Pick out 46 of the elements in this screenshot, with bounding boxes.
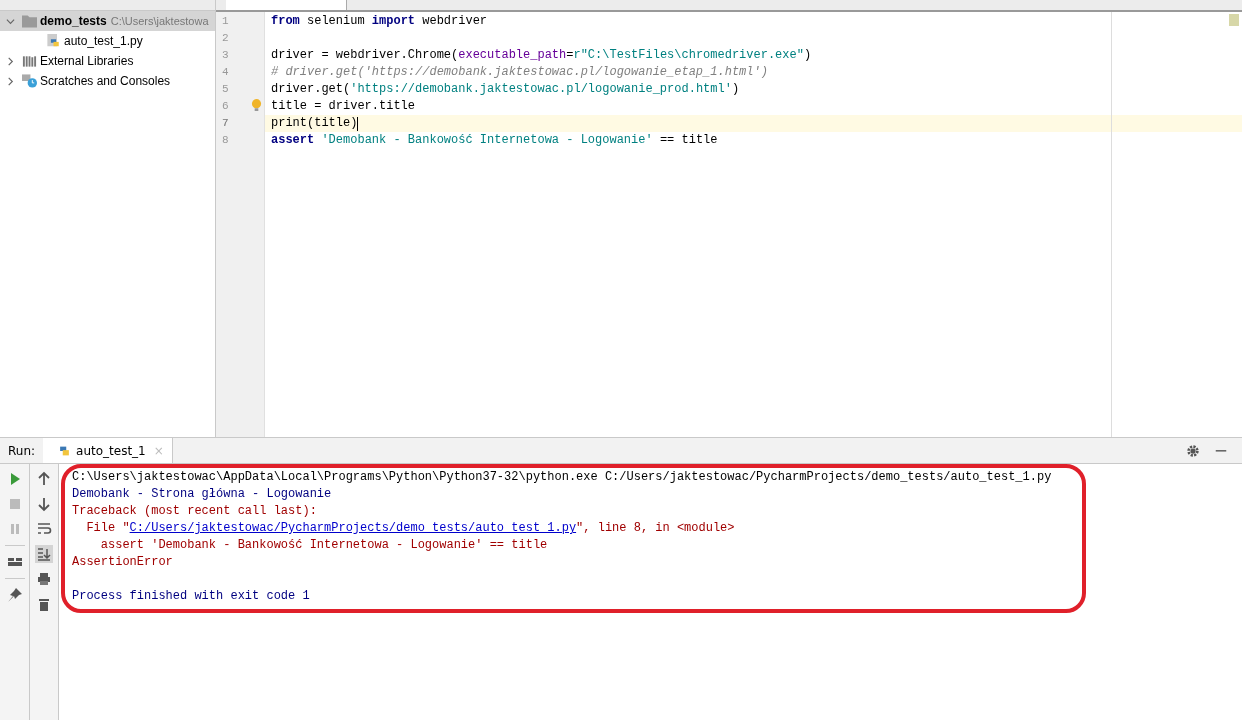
print-icon[interactable] bbox=[35, 570, 53, 588]
tree-label: External Libraries bbox=[40, 54, 134, 68]
run-tab[interactable]: auto_test_1 × bbox=[43, 438, 173, 463]
console-line: Demobank - Strona główna - Logowanie bbox=[72, 487, 332, 501]
code-line: assert 'Demobank - Bankowość Internetowa - Logowanie' == title bbox=[271, 132, 718, 149]
tree-item[interactable]: Scratches and Consoles bbox=[0, 71, 215, 91]
code-line: driver.get('https://demobank.jaktestowac.pl/logowanie_prod.html') bbox=[271, 81, 740, 98]
python-file-icon bbox=[46, 34, 61, 48]
scratches-icon bbox=[22, 74, 37, 88]
console-line: File "C:/Users/jaktestowac/PycharmProjects/demo_tests/auto_test_1.py", line 8, in <module> bbox=[85, 521, 735, 535]
code-line: print(title) bbox=[271, 115, 358, 132]
tree-item[interactable]: demo_tests C:\Users\jaktestowa bbox=[0, 11, 215, 31]
tree-item[interactable]: auto_test_1.py bbox=[0, 31, 215, 51]
console-line: C:\Users\jaktestowac\AppData\Local\Programs\Python\Python37-32\python.exe C:/Users/jaktestowac/PycharmProjects/demo_tests/auto_test_1.py bbox=[72, 470, 1052, 484]
line-number: 2 bbox=[221, 31, 230, 46]
chevron-icon[interactable] bbox=[6, 16, 15, 26]
tree-label: demo_tests bbox=[40, 14, 107, 28]
folder-icon bbox=[22, 14, 37, 28]
line-number: 1 bbox=[221, 14, 230, 29]
tab-label: auto_test_1 bbox=[76, 443, 146, 458]
tree-item[interactable]: External Libraries bbox=[0, 51, 215, 71]
line-number: 4 bbox=[221, 65, 230, 80]
run-label: Run: bbox=[7, 443, 37, 458]
code-line: title = driver.title bbox=[271, 98, 416, 115]
tree-label: Scratches and Consoles bbox=[40, 74, 171, 88]
console-line: Traceback (most recent call last): bbox=[72, 504, 317, 518]
tree-label: auto_test_1.py bbox=[64, 34, 143, 48]
code-line: # driver.get('https://demobank.jaktestowac.pl/logowanie_etap_1.html') bbox=[271, 64, 768, 81]
down-arrow-icon[interactable] bbox=[35, 495, 53, 513]
scroll-to-end-icon[interactable] bbox=[35, 545, 53, 563]
line-number: 8 bbox=[221, 133, 230, 148]
code-line: from selenium import webdriver bbox=[271, 13, 488, 30]
line-number: 3 bbox=[221, 48, 230, 63]
library-icon bbox=[22, 54, 37, 68]
text-cursor bbox=[357, 116, 359, 131]
folder-path: C:\Users\jaktestowa bbox=[110, 15, 209, 27]
line-number: 5 bbox=[221, 82, 230, 97]
settings-icon[interactable] bbox=[1186, 443, 1200, 458]
line-number: 6 bbox=[221, 99, 230, 114]
console-line: AssertionError bbox=[72, 555, 173, 569]
pin-icon[interactable] bbox=[5, 586, 24, 604]
code-line: driver = webdriver.Chrome(executable_path=r"C:\TestFiles\chromedriver.exe") bbox=[271, 47, 812, 64]
console-line: assert 'Demobank - Bankowość Internetowa - Logowanie' == title bbox=[99, 538, 548, 552]
lightbulb-icon[interactable] bbox=[251, 99, 262, 112]
console-line: Process finished with exit code 1 bbox=[72, 589, 310, 603]
line-number: 7 bbox=[221, 116, 230, 131]
